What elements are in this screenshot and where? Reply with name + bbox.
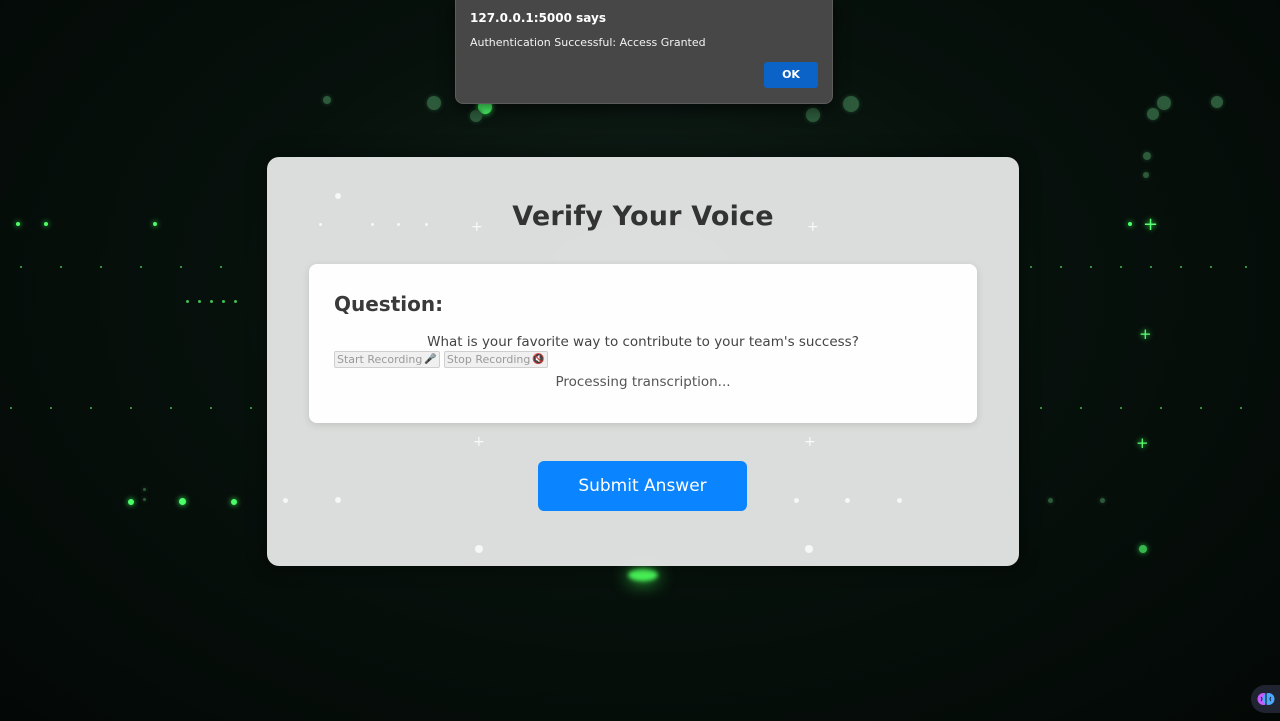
stop-recording-label: Stop Recording (446, 353, 531, 366)
alert-dialog: 127.0.0.1:5000 says Authentication Succe… (455, 0, 833, 104)
question-panel: Question: What is your favorite way to c… (309, 264, 977, 423)
question-text: What is your favorite way to contribute … (427, 334, 859, 350)
stop-recording-button[interactable]: Stop Recording 🔇 (443, 351, 548, 368)
transcription-status: Processing transcription... (555, 374, 731, 390)
question-heading: Question: (334, 292, 444, 316)
page-title: Verify Your Voice (512, 201, 774, 232)
microphone-icon: 🎤 (424, 354, 437, 365)
voice-verification-card: + + + + Verify Your Voice Question: What… (267, 157, 1019, 566)
start-recording-label: Start Recording (337, 353, 423, 366)
extension-badge[interactable] (1251, 685, 1280, 713)
start-recording-button[interactable]: Start Recording 🎤 (334, 351, 440, 368)
alert-title: 127.0.0.1:5000 says (470, 11, 606, 25)
recording-controls: Start Recording 🎤 Stop Recording 🔇 (334, 351, 548, 368)
submit-answer-button[interactable]: Submit Answer (538, 461, 747, 511)
brain-icon (1257, 693, 1274, 705)
muted-microphone-icon: 🔇 (532, 354, 545, 365)
alert-ok-button[interactable]: OK (764, 62, 818, 88)
alert-message: Authentication Successful: Access Grante… (470, 36, 706, 49)
